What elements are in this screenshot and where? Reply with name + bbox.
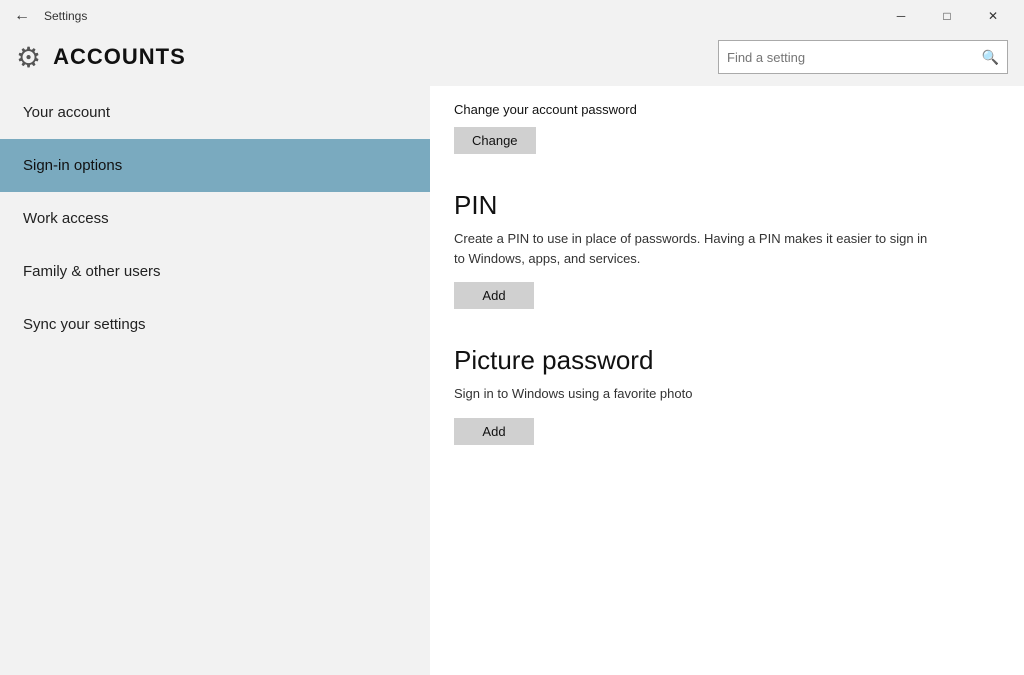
search-box: 🔍 bbox=[718, 40, 1008, 74]
pin-section: PIN Create a PIN to use in place of pass… bbox=[454, 190, 1000, 333]
pin-description: Create a PIN to use in place of password… bbox=[454, 229, 934, 268]
picture-password-title: Picture password bbox=[454, 345, 1000, 376]
window-controls: ─ □ ✕ bbox=[878, 0, 1016, 32]
header-left: ⚙ ACCOUNTS bbox=[16, 41, 186, 74]
gear-icon: ⚙ bbox=[16, 41, 41, 74]
sidebar-item-sync-settings[interactable]: Sync your settings bbox=[0, 298, 430, 351]
maximize-button[interactable]: □ bbox=[924, 0, 970, 32]
header-title: ACCOUNTS bbox=[53, 44, 186, 70]
change-password-button[interactable]: Change bbox=[454, 127, 536, 154]
title-bar-left: ← Settings bbox=[8, 3, 878, 29]
sidebar-item-signin-options[interactable]: Sign-in options bbox=[0, 139, 430, 192]
sidebar-item-work-access[interactable]: Work access bbox=[0, 192, 430, 245]
main-content: Change your account password Change PIN … bbox=[430, 86, 1024, 675]
header: ⚙ ACCOUNTS 🔍 bbox=[0, 32, 1024, 86]
content-area: Your account Sign-in options Work access… bbox=[0, 86, 1024, 675]
add-picture-password-button[interactable]: Add bbox=[454, 418, 534, 445]
add-pin-button[interactable]: Add bbox=[454, 282, 534, 309]
sidebar: Your account Sign-in options Work access… bbox=[0, 86, 430, 675]
back-button[interactable]: ← bbox=[8, 3, 36, 29]
sidebar-item-family-users[interactable]: Family & other users bbox=[0, 245, 430, 298]
password-section: Change your account password Change bbox=[454, 102, 1000, 178]
password-label: Change your account password bbox=[454, 102, 1000, 117]
minimize-button[interactable]: ─ bbox=[878, 0, 924, 32]
picture-password-section: Picture password Sign in to Windows usin… bbox=[454, 345, 1000, 469]
close-button[interactable]: ✕ bbox=[970, 0, 1016, 32]
window-title-text: Settings bbox=[44, 9, 87, 23]
sidebar-item-your-account[interactable]: Your account bbox=[0, 86, 430, 139]
settings-window: ← Settings ─ □ ✕ ⚙ ACCOUNTS 🔍 Your accou… bbox=[0, 0, 1024, 675]
title-bar: ← Settings ─ □ ✕ bbox=[0, 0, 1024, 32]
pin-title: PIN bbox=[454, 190, 1000, 221]
picture-password-description: Sign in to Windows using a favorite phot… bbox=[454, 384, 934, 404]
search-icon: 🔍 bbox=[974, 49, 1007, 66]
search-input[interactable] bbox=[719, 50, 974, 65]
